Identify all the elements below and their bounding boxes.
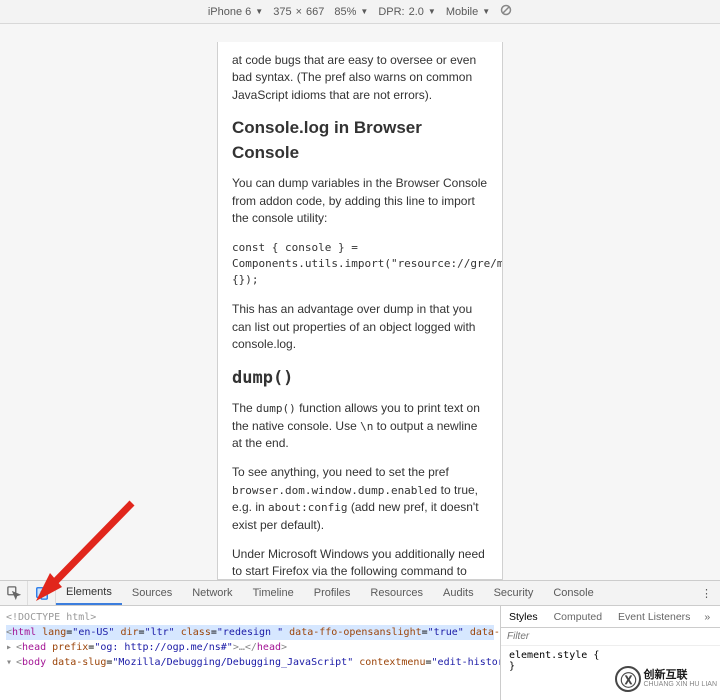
responsive-viewport: at code bugs that are easy to oversee or…: [0, 24, 720, 580]
devtools-tabs: Elements Sources Network Timeline Profil…: [56, 581, 604, 605]
toggle-device-icon[interactable]: [28, 581, 56, 605]
paragraph: To see anything, you need to set the pre…: [232, 464, 488, 534]
paragraph: The dump() function allows you to print …: [232, 400, 488, 452]
zoom-value: 85%: [334, 6, 356, 18]
styles-more-icon[interactable]: »: [698, 611, 716, 623]
ua-value: Mobile: [446, 6, 478, 18]
ua-selector[interactable]: Mobile ▼: [446, 6, 490, 18]
styles-tab-computed[interactable]: Computed: [546, 611, 610, 623]
styles-filter[interactable]: [501, 628, 720, 646]
elements-panel[interactable]: <!DOCTYPE html> <html lang="en-US" dir="…: [0, 606, 500, 700]
device-height[interactable]: 667: [306, 6, 324, 18]
devtools-body: <!DOCTYPE html> <html lang="en-US" dir="…: [0, 606, 720, 700]
device-dimensions: 375 × 667: [273, 6, 324, 18]
heading-code: dump(): [232, 366, 488, 391]
paragraph: This has an advantage over dump in that …: [232, 301, 488, 353]
styles-filter-input[interactable]: [501, 628, 720, 645]
tab-network[interactable]: Network: [182, 581, 242, 605]
device-frame[interactable]: at code bugs that are easy to oversee or…: [217, 42, 503, 580]
tab-elements[interactable]: Elements: [56, 581, 122, 605]
watermark: Ⓧ 创新互联 CHUANG XIN HU LIAN: [615, 666, 717, 692]
paragraph: at code bugs that are easy to oversee or…: [232, 52, 488, 104]
inspect-element-icon[interactable]: [0, 581, 28, 605]
dpr-label: DPR:: [378, 6, 404, 18]
devtools-tabbar: Elements Sources Network Timeline Profil…: [0, 580, 720, 606]
heading: Console.log in Browser Console: [232, 116, 488, 165]
paragraph: You can dump variables in the Browser Co…: [232, 175, 488, 227]
device-name: iPhone 6: [208, 6, 251, 18]
dom-node-body[interactable]: ▾<body data-slug="Mozilla/Debugging/Debu…: [6, 655, 494, 670]
chevron-down-icon: ▼: [255, 7, 263, 16]
device-toolbar: iPhone 6 ▼ 375 × 667 85% ▼ DPR: 2.0 ▼ Mo…: [0, 0, 720, 24]
watermark-logo-icon: Ⓧ: [615, 666, 641, 692]
tab-sources[interactable]: Sources: [122, 581, 182, 605]
device-selector[interactable]: iPhone 6 ▼: [208, 6, 263, 18]
paragraph: Under Microsoft Windows you additionally…: [232, 546, 488, 580]
page-content: at code bugs that are easy to oversee or…: [218, 42, 502, 580]
tab-audits[interactable]: Audits: [433, 581, 484, 605]
chevron-down-icon: ▼: [428, 7, 436, 16]
dimension-x: ×: [296, 6, 302, 18]
tab-console[interactable]: Console: [543, 581, 603, 605]
more-tabs-icon[interactable]: ⋮: [701, 587, 712, 600]
styles-tab-styles[interactable]: Styles: [501, 611, 546, 623]
tab-resources[interactable]: Resources: [360, 581, 433, 605]
code-block: const { console } = Components.utils.imp…: [232, 240, 488, 288]
chevron-down-icon: ▼: [360, 7, 368, 16]
dpr-selector[interactable]: DPR: 2.0 ▼: [378, 6, 436, 18]
chevron-down-icon: ▼: [482, 7, 490, 16]
zoom-selector[interactable]: 85% ▼: [334, 6, 368, 18]
dom-node-head[interactable]: ▸<head prefix="og: http://ogp.me/ns#">…<…: [6, 640, 494, 655]
device-width[interactable]: 375: [273, 6, 291, 18]
styles-tabs: Styles Computed Event Listeners »: [501, 606, 720, 628]
tab-security[interactable]: Security: [484, 581, 544, 605]
dom-node-html[interactable]: <html lang="en-US" dir="ltr" class="rede…: [6, 625, 494, 640]
dpr-value: 2.0: [409, 6, 424, 18]
tab-timeline[interactable]: Timeline: [243, 581, 304, 605]
no-throttling-icon[interactable]: [500, 4, 512, 19]
tab-profiles[interactable]: Profiles: [304, 581, 361, 605]
styles-tab-events[interactable]: Event Listeners: [610, 611, 698, 623]
